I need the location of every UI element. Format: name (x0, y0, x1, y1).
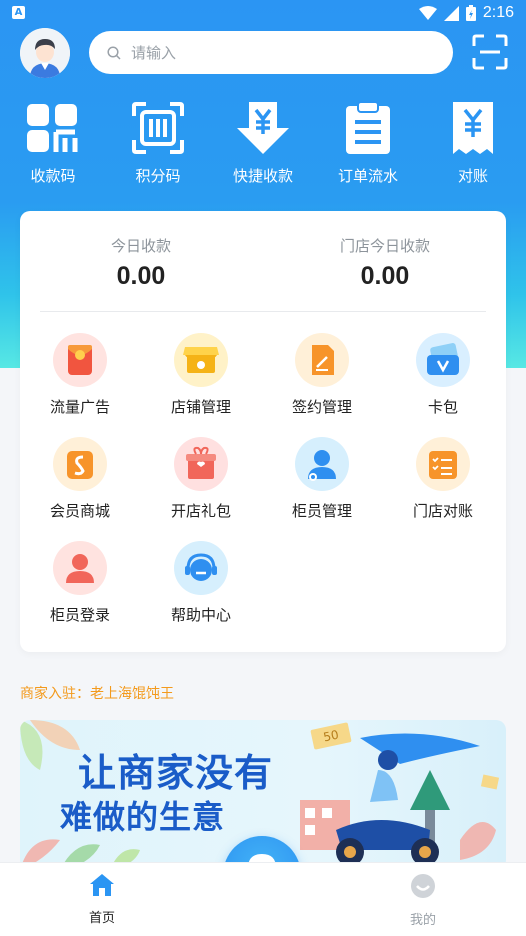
grid-staff-management[interactable]: 柜员管理 (267, 437, 377, 521)
grid-store-management[interactable]: 店铺管理 (146, 333, 256, 417)
today-income[interactable]: 今日收款 0.00 (41, 235, 241, 291)
checklist-icon (416, 437, 470, 491)
red-envelope-icon (53, 333, 107, 387)
staff-settings-icon (295, 437, 349, 491)
status-bar: A 2:16 (0, 0, 526, 28)
headset-icon (174, 541, 228, 595)
gift-box-icon (174, 437, 228, 491)
divider (40, 311, 486, 312)
scan-icon[interactable] (472, 34, 508, 70)
grid-opening-gift[interactable]: 开店礼包 (146, 437, 256, 521)
barcode-scan-icon (132, 102, 184, 154)
search-input[interactable]: 请输入 (89, 31, 453, 74)
signal-icon (443, 5, 459, 21)
banner-subtitle: 难做的生意 (60, 798, 226, 836)
grid-store-reconcile[interactable]: 门店对账 (388, 437, 498, 521)
quick-actions: 收款码 积分码 快捷收款 订单流水 对账 (0, 100, 526, 190)
store-today-income[interactable]: 门店今日收款 0.00 (285, 235, 485, 291)
merchant-notice[interactable]: 商家入驻：老上海馄饨王 (20, 683, 174, 703)
user-avatar[interactable] (20, 28, 70, 78)
notification-badge: A (12, 6, 25, 19)
contract-icon (295, 333, 349, 387)
action-reconcile[interactable]: 对账 (428, 100, 518, 186)
search-placeholder: 请输入 (131, 44, 177, 62)
store-icon (174, 333, 228, 387)
grid-help-center[interactable]: 帮助中心 (146, 541, 256, 625)
banner-title: 让商家没有 (78, 751, 274, 795)
bottom-navigation: 首页 我的 (0, 862, 526, 936)
action-collect-code[interactable]: 收款码 (8, 100, 98, 186)
clipboard-list-icon (346, 101, 390, 154)
wifi-icon (418, 6, 437, 20)
yuan-download-icon (237, 102, 289, 154)
clock: 2:16 (482, 4, 514, 21)
grid-staff-login[interactable]: 柜员登录 (25, 541, 135, 625)
grid-card-wallet[interactable]: 卡包 (388, 333, 498, 417)
status-icons: 2:16 (418, 4, 514, 22)
home-icon (90, 874, 114, 896)
card-wallet-icon (416, 333, 470, 387)
action-quick-collect[interactable]: 快捷收款 (218, 100, 308, 186)
user-login-icon (53, 541, 107, 595)
search-icon (107, 45, 121, 60)
nav-home[interactable]: 首页 (62, 873, 142, 926)
profile-face-icon (411, 874, 435, 898)
action-order-flow[interactable]: 订单流水 (323, 100, 413, 186)
grid-traffic-ads[interactable]: 流量广告 (25, 333, 135, 417)
qr-code-icon (27, 104, 78, 152)
shopping-bag-icon (53, 437, 107, 491)
avatar-person-icon (20, 28, 70, 78)
yuan-receipt-icon (453, 102, 493, 154)
dashboard-card: 今日收款 0.00 门店今日收款 0.00 流量广告 店铺管理 签约管理 卡包 (20, 211, 506, 652)
grid-member-mall[interactable]: 会员商城 (25, 437, 135, 521)
battery-icon (465, 5, 476, 21)
grid-contract-management[interactable]: 签约管理 (267, 333, 377, 417)
action-points-code[interactable]: 积分码 (113, 100, 203, 186)
nav-mine[interactable]: 我的 (383, 873, 463, 928)
